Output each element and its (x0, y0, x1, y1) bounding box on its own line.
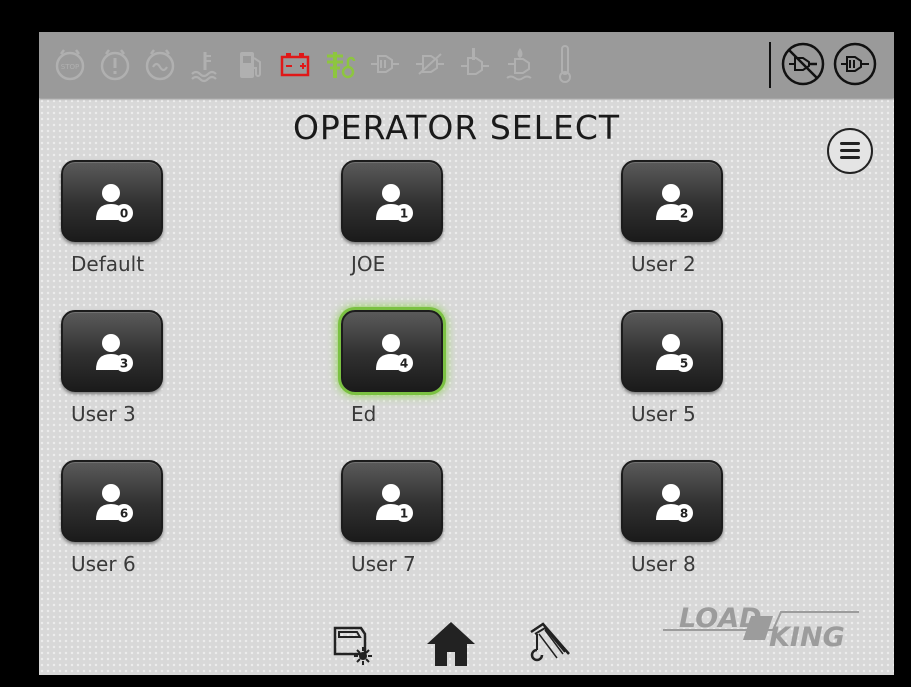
user-icon: 4 (376, 334, 413, 372)
operator-number-badge: 6 (120, 507, 128, 521)
operator-name-label: User 7 (351, 552, 416, 576)
operator-number-badge: 5 (680, 357, 688, 371)
operator-tile: 2 User 2 (621, 160, 821, 300)
user-icon: 2 (656, 184, 693, 222)
battery-icon (278, 44, 312, 84)
logo-text-king: KING (769, 622, 845, 648)
operator-name-label: JOE (351, 252, 386, 276)
operator-tile: 1 JOE (341, 160, 541, 300)
operator-select-screen: STOP OPERATOR SELECT 0 Default 1 JOE 2 U… (39, 32, 894, 675)
dpf-temp-icon (458, 44, 492, 84)
operator-button[interactable]: 3 (61, 310, 163, 392)
operator-button[interactable]: 8 (621, 460, 723, 542)
user-icon: 3 (96, 334, 133, 372)
operator-number-badge: 3 (120, 357, 128, 371)
stop-warning-icon: STOP (53, 44, 87, 84)
thermometer-icon (548, 44, 582, 84)
operator-button[interactable]: 4 (341, 310, 443, 392)
dpf-regen-icon (413, 44, 447, 84)
operator-number-badge: 0 (120, 207, 128, 221)
svg-text:STOP: STOP (61, 63, 79, 71)
user-icon: 8 (656, 484, 693, 522)
operator-number-badge: 1 (400, 207, 408, 221)
operator-button[interactable]: 2 (621, 160, 723, 242)
operator-tile: 6 User 6 (61, 460, 261, 600)
logo-text-load: LOAD (679, 603, 762, 634)
crane-hook-icon[interactable] (525, 620, 573, 668)
status-bar: STOP (39, 32, 894, 98)
operator-name-label: Ed (351, 402, 377, 426)
operator-name-label: User 5 (631, 402, 696, 426)
loadking-logo: LOAD KING (653, 596, 863, 653)
cab-lights-icon[interactable] (331, 622, 379, 666)
menu-button[interactable] (827, 128, 873, 174)
operator-name-label: Default (71, 252, 145, 276)
operator-button[interactable]: 5 (621, 310, 723, 392)
operator-number-badge: 2 (680, 207, 688, 221)
operator-tile: 5 User 5 (621, 310, 821, 450)
page-title: OPERATOR SELECT (292, 108, 621, 147)
operator-number-badge: 1 (400, 507, 408, 521)
coolant-temperature-icon (188, 44, 222, 84)
operator-name-label: User 2 (631, 252, 696, 276)
status-bar-divider (769, 42, 771, 88)
regen-lock-icon (323, 44, 357, 84)
operator-name-label: User 6 (71, 552, 136, 576)
fuel-pump-icon (233, 44, 267, 84)
dpf-icon (368, 44, 402, 84)
user-icon: 1 (376, 184, 413, 222)
operator-number-badge: 8 (680, 507, 688, 521)
operator-tile: 8 User 8 (621, 460, 821, 600)
def-level-icon (503, 44, 537, 84)
user-icon: 6 (96, 484, 133, 522)
operator-button[interactable]: 6 (61, 460, 163, 542)
glow-plug-icon (143, 44, 177, 84)
regen-inhibit-icon[interactable] (781, 42, 825, 86)
operator-name-label: User 3 (71, 402, 136, 426)
operator-button[interactable]: 1 (341, 460, 443, 542)
home-icon[interactable] (423, 618, 479, 668)
operator-name-label: User 8 (631, 552, 696, 576)
user-icon: 5 (656, 334, 693, 372)
operator-tile: 1 User 7 (341, 460, 541, 600)
user-icon: 1 (376, 484, 413, 522)
user-icon: 0 (96, 184, 133, 222)
operator-number-badge: 4 (400, 357, 408, 371)
operator-tile: 0 Default (61, 160, 261, 300)
operator-tile: 3 User 3 (61, 310, 261, 450)
operator-tile: 4 Ed (341, 310, 541, 450)
exclamation-warning-icon (98, 44, 132, 84)
regen-request-icon[interactable] (833, 42, 877, 86)
operator-button[interactable]: 0 (61, 160, 163, 242)
operator-button[interactable]: 1 (341, 160, 443, 242)
